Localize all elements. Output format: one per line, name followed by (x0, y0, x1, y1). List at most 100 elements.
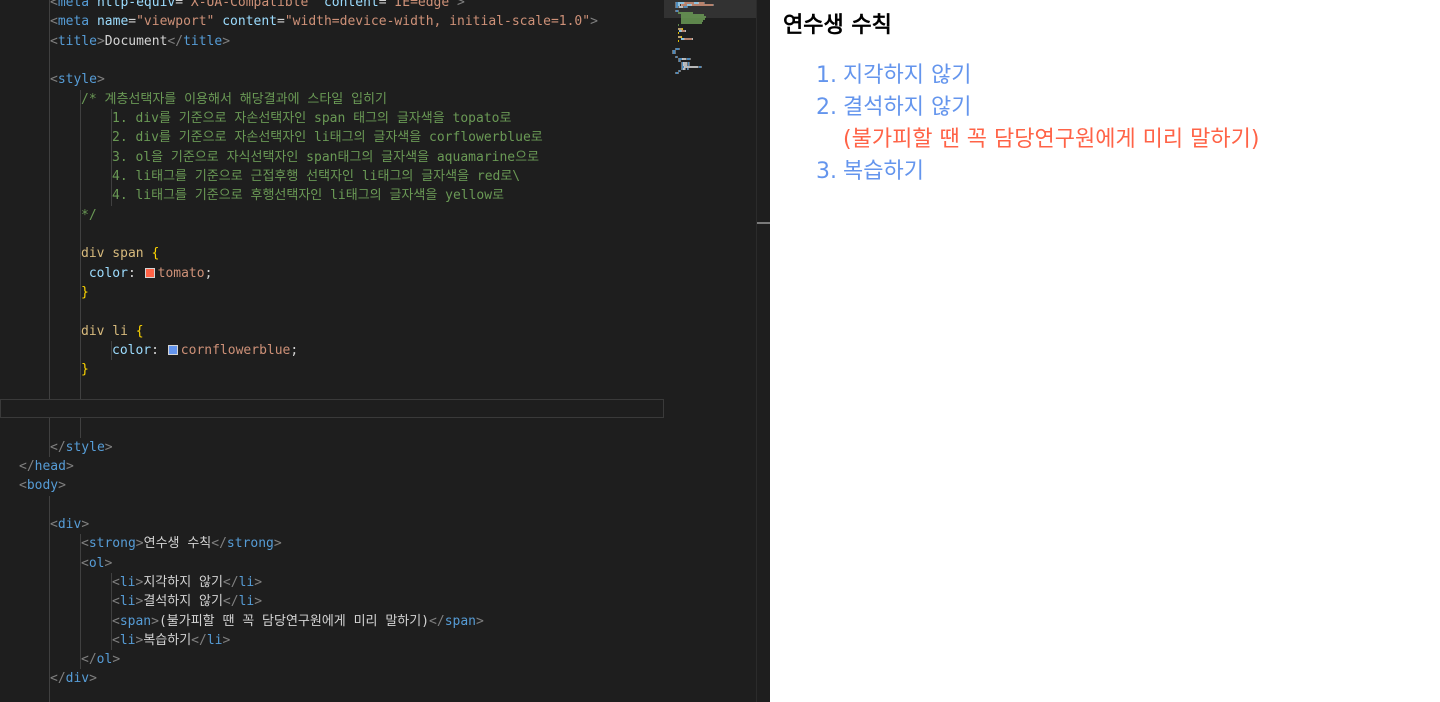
code-line-content: <style> (50, 70, 105, 89)
code-token: li (119, 632, 136, 648)
code-line[interactable]: <div> (0, 514, 664, 535)
code-token: < (50, 33, 58, 49)
code-token: cornflowerblue (180, 342, 291, 358)
code-token: > (89, 671, 97, 687)
preview-span-note: (불가피할 땐 꼭 담당연구원에게 미리 말하기) (816, 124, 1259, 156)
code-line[interactable]: <body> (0, 476, 664, 495)
code-token: > (254, 594, 263, 610)
code-line[interactable]: <li>지각하지 않기</li> (0, 572, 664, 593)
code-line[interactable] (0, 50, 664, 71)
editor-vertical-scrollbar[interactable] (756, 0, 770, 702)
code-token: li (238, 594, 255, 610)
code-line-content: } (81, 360, 89, 379)
code-line-content: */ (81, 206, 97, 225)
code-line[interactable]: <title>Document</title> (0, 31, 664, 51)
indent-guide (49, 379, 50, 399)
code-line[interactable]: </div> (0, 669, 664, 689)
code-token: = (175, 0, 184, 10)
code-line[interactable]: <meta name="viewport" content="width=dev… (0, 12, 664, 32)
code-token: meta (57, 0, 90, 10)
code-token: < (50, 14, 58, 30)
code-line[interactable]: </ol> (0, 650, 664, 670)
code-line[interactable]: 4. li태그를 기준으로 근접후행 선택자인 li태그의 글자색을 red로\ (0, 166, 664, 187)
list-item-text: (불가피할 땐 꼭 담당연구원에게 미리 말하기) (843, 127, 1260, 152)
code-token: body (26, 478, 59, 494)
indent-guide (80, 611, 81, 631)
code-token: 2. div를 기준으로 자손선택자인 li태그의 글자색을 corflower… (112, 130, 543, 146)
code-token: > (590, 14, 598, 30)
code-token: > (151, 613, 159, 629)
minimap-line (674, 52, 676, 54)
code-line-content: <li>결석하지 않기</li> (112, 592, 262, 611)
color-swatch-icon[interactable] (144, 267, 155, 278)
code-editor[interactable]: <meta http-equiv="X-UA-Compatible" conte… (0, 0, 770, 702)
code-token: < (50, 0, 58, 10)
code-line[interactable]: <li>복습하기</li> (0, 630, 664, 651)
code-line[interactable] (0, 495, 664, 515)
code-line[interactable]: <style> (0, 70, 664, 90)
code-token: 복습하기 (143, 632, 192, 648)
code-line[interactable]: 4. li태그를 기준으로 후행선택자인 li태그의 글자색을 yellow로 (0, 186, 664, 206)
code-token: */ (81, 207, 97, 223)
code-line[interactable]: } (0, 360, 664, 380)
code-line[interactable] (0, 302, 664, 322)
indent-guide (49, 611, 50, 631)
code-token: > (58, 478, 66, 494)
code-line[interactable]: </style> (0, 437, 664, 457)
indent-guide (49, 553, 50, 573)
code-token: </ (167, 33, 184, 49)
code-line-content: </style> (50, 438, 113, 457)
minimap[interactable] (664, 0, 756, 702)
code-token: = (378, 0, 387, 10)
code-line[interactable]: color: cornflowerblue; (0, 340, 664, 361)
code-line-content: <li>지각하지 않기</li> (112, 573, 262, 592)
code-line[interactable]: <span>(불가피할 땐 꼭 담당연구원에게 미리 말하기)</span> (0, 611, 664, 631)
minimap-line (701, 66, 702, 68)
code-line-content: /* 계층선택자를 이용해서 해당결과에 스타일 입히기 (81, 90, 387, 109)
code-line[interactable] (0, 379, 664, 399)
code-line[interactable]: 3. ol을 기준으로 자식선택자인 span태그의 글자색을 aquamari… (0, 147, 664, 167)
code-line-content: <meta http-equiv="X-UA-Compatible" conte… (50, 0, 465, 12)
code-line[interactable]: </head> (0, 457, 664, 476)
indent-guide (80, 302, 81, 322)
code-line[interactable]: div li { (0, 321, 664, 341)
minimap-line (678, 48, 680, 50)
indent-guide (49, 418, 50, 438)
code-token: tomato (157, 265, 205, 281)
indent-guide (49, 321, 50, 341)
indent-guide (80, 128, 81, 148)
color-swatch-icon[interactable] (167, 344, 178, 355)
code-line-content: 1. div를 기준으로 자손선택자인 span 태그의 글자색을 topato… (112, 109, 511, 128)
code-line[interactable]: div span { (0, 244, 664, 264)
indent-guide (80, 166, 81, 187)
code-line[interactable]: 1. div를 기준으로 자손선택자인 span 태그의 글자색을 topato… (0, 108, 664, 129)
code-line[interactable]: <ol> (0, 553, 664, 573)
code-line[interactable]: /* 계층선택자를 이용해서 해당결과에 스타일 입히기 (0, 89, 664, 109)
code-line-content: <li>복습하기</li> (112, 631, 230, 650)
code-line[interactable] (0, 398, 664, 419)
code-line[interactable]: <strong>연수생 수칙</strong> (0, 534, 664, 554)
code-line[interactable]: 2. div를 기준으로 자손선택자인 li태그의 글자색을 corflower… (0, 128, 664, 148)
code-token: title (183, 33, 223, 49)
code-line[interactable]: } (0, 282, 664, 303)
indent-guide (49, 302, 50, 322)
code-line[interactable] (0, 688, 664, 702)
indent-guide (49, 186, 50, 206)
code-token: = (277, 14, 285, 30)
code-token: </ (191, 632, 207, 648)
minimap-line (680, 70, 681, 72)
indent-guide (80, 108, 81, 129)
code-line[interactable]: color: tomato; (0, 263, 664, 283)
code-line[interactable] (0, 418, 664, 438)
code-line[interactable] (0, 224, 664, 245)
code-token: : (127, 265, 144, 281)
code-line[interactable]: <li>결석하지 않기</li> (0, 592, 664, 612)
minimap-line (712, 4, 714, 6)
code-line[interactable]: <meta http-equiv="X-UA-Compatible" conte… (0, 0, 664, 13)
code-line[interactable]: */ (0, 205, 664, 225)
preview-list-item: 2. 결석하지 않기 (816, 92, 1259, 124)
code-token: < (112, 613, 120, 629)
indent-guide (80, 379, 81, 399)
